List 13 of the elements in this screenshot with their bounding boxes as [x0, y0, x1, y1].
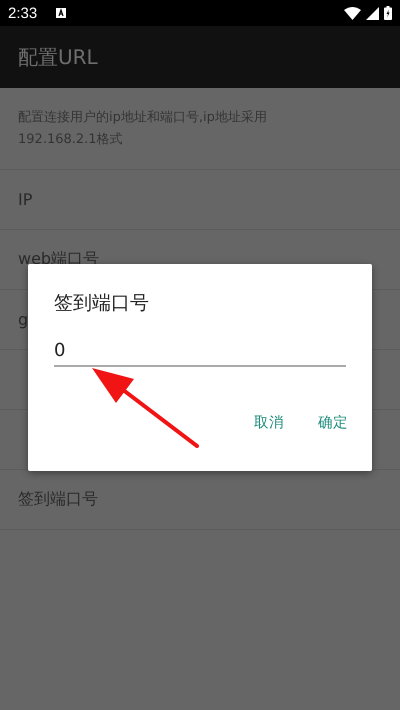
input-field[interactable]: 0 [54, 340, 346, 367]
battery-icon [384, 6, 392, 20]
list-item[interactable]: IP [18, 190, 32, 209]
dialog-button[interactable]: 取消 [242, 407, 296, 438]
dialog-button[interactable]: 确定 [306, 407, 360, 438]
dialog-title: 签到端口号 [54, 291, 150, 316]
list-item[interactable]: 签到端口号 [18, 489, 98, 510]
wifi-icon [344, 6, 361, 20]
app-title: 配置URL [18, 44, 98, 70]
status-time: 2:33 [8, 4, 38, 22]
list-item[interactable]: g [18, 310, 28, 329]
signal-icon [366, 6, 379, 20]
notification-icon [56, 8, 66, 18]
